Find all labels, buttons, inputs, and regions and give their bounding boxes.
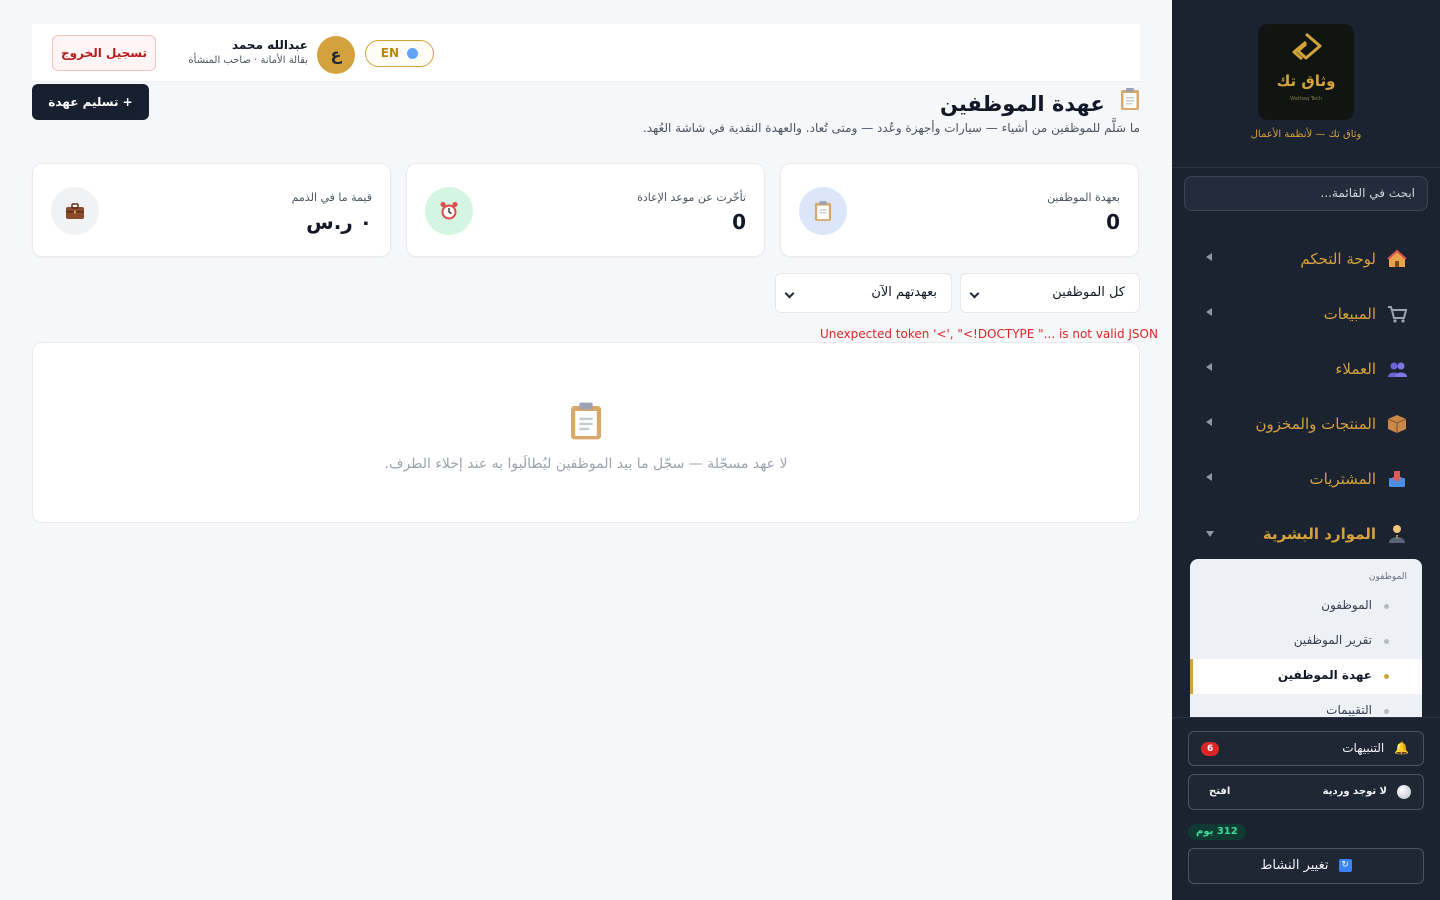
employee-filter-select[interactable]: كل الموظفين [960, 273, 1140, 313]
caret-left-icon [1206, 363, 1212, 371]
submenu-item-employee-custody[interactable]: عهدة الموظفين [1190, 659, 1422, 694]
notifications-label: التنبيهات [1342, 741, 1385, 755]
caret-left-icon [1206, 473, 1212, 481]
shift-status-label: لا توجد وردية [1322, 786, 1387, 797]
inbox-tray-icon [1386, 468, 1408, 490]
open-shift-link[interactable]: افتح [1209, 775, 1230, 809]
stat-card-in-custody: بعهدة الموظفين 0 [780, 163, 1139, 257]
bullet-dot-icon [1384, 709, 1389, 714]
box-icon [1386, 413, 1408, 435]
cart-icon [1386, 303, 1408, 325]
page-title: عهدة الموظفين [940, 87, 1140, 116]
globe-icon [407, 48, 419, 59]
stat-value: 0 [732, 210, 746, 234]
logout-button[interactable]: تسجيل الخروج [52, 35, 156, 71]
sidebar: وثاق تك Wathaq Tech وثاق تك — لأنظمة الأ… [1172, 0, 1440, 900]
caret-down-icon [1206, 531, 1214, 537]
sidebar-nav: لوحة التحكم المبيعات العملاء المنتجات وا… [1172, 231, 1440, 561]
briefcase-icon [51, 187, 99, 235]
notifications-button[interactable]: 🔔 التنبيهات 6 [1188, 731, 1424, 766]
language-toggle-button[interactable]: EN [365, 40, 434, 67]
status-filter-value: بعهدتهم الآن [871, 285, 937, 300]
users-icon [1386, 358, 1408, 380]
stat-label: بعهدة الموظفين [1047, 191, 1120, 204]
sidebar-item-label: لوحة التحكم [1300, 249, 1376, 268]
sidebar-item-label: الموارد البشرية [1262, 524, 1376, 543]
deliver-custody-button[interactable]: + تسليم عهدة [32, 84, 149, 120]
submenu-heading: الموظفون [1368, 572, 1407, 582]
language-label: EN [380, 46, 400, 60]
chevron-down-icon [969, 288, 980, 299]
error-message: Unexpected token '<', "<!DOCTYPE "... is… [820, 327, 1158, 341]
empty-state-text: لا عهد مسجّلة — سجّل ما بيد الموظفين ليُ… [384, 456, 788, 472]
brand-logo[interactable]: وثاق تك Wathaq Tech [1258, 24, 1354, 120]
caret-left-icon [1206, 308, 1212, 316]
switch-activity-label: تغيير النشاط [1260, 858, 1329, 873]
bullet-dot-icon [1384, 604, 1389, 609]
submenu-item-label: تقرير الموظفين [1293, 633, 1372, 647]
switch-activity-button[interactable]: ↻ تغيير النشاط [1188, 848, 1424, 884]
submenu-item-employees[interactable]: الموظفون [1190, 589, 1422, 624]
page-subtitle: ما سَلَّم للموظفين من أشياء — سيارات وأج… [642, 121, 1140, 135]
top-bar: EN ع عبدالله محمد بقالة الأمانة · صاحب ا… [32, 24, 1140, 82]
submenu-item-label: عهدة الموظفين [1277, 668, 1372, 682]
submenu-item-label: التقييمات [1326, 703, 1372, 717]
user-role: بقالة الأمانة · صاحب المنشأة [188, 55, 308, 66]
stat-value: ٠ ر.س [306, 210, 372, 234]
bell-icon: 🔔 [1394, 741, 1409, 755]
sidebar-item-label: المنتجات والمخزون [1255, 414, 1376, 433]
subscription-days-badge: 312 يوم [1188, 824, 1246, 840]
stat-label: قيمة ما في الذمم [291, 191, 372, 204]
logo-subtext: Wathaq Tech [1290, 96, 1322, 102]
submenu-item-evaluations[interactable]: التقييمات [1190, 694, 1422, 717]
submenu-item-employees-report[interactable]: تقرير الموظفين [1190, 624, 1422, 659]
caret-left-icon [1206, 253, 1212, 261]
clipboard-icon [799, 187, 847, 235]
house-icon [1386, 248, 1408, 270]
sidebar-item-dashboard[interactable]: لوحة التحكم [1172, 231, 1440, 286]
sidebar-item-label: المشتريات [1309, 469, 1376, 488]
stat-label: تأخّرت عن موعد الإعادة [637, 191, 746, 204]
alarm-clock-icon [425, 187, 473, 235]
sidebar-footer: 🔔 التنبيهات 6 لا توجد وردية افتح 312 يوم… [1172, 717, 1440, 900]
shift-status-button[interactable]: لا توجد وردية افتح [1188, 774, 1424, 810]
person-icon [1386, 523, 1408, 545]
status-filter-select[interactable]: بعهدتهم الآن [775, 273, 952, 313]
sidebar-item-purchases[interactable]: المشتريات [1172, 451, 1440, 506]
clipboard-icon [569, 401, 603, 445]
brand: وثاق تك Wathaq Tech وثاق تك — لأنظمة الأ… [1172, 0, 1440, 168]
shift-status-icon [1397, 785, 1411, 799]
employee-filter-value: كل الموظفين [1052, 285, 1125, 300]
logo-mark-icon [1292, 32, 1322, 61]
brand-tagline: وثاق تك — لأنظمة الأعمال [1250, 129, 1362, 140]
hr-submenu: الموظفون الموظفون تقرير الموظفين عهدة ال… [1190, 559, 1422, 717]
logo-text: وثاق تك [1276, 72, 1336, 90]
bullet-dot-icon [1384, 639, 1389, 644]
sidebar-item-products[interactable]: المنتجات والمخزون [1172, 396, 1440, 451]
stat-card-liabilities-value: قيمة ما في الذمم ٠ ر.س [32, 163, 391, 257]
notifications-count-badge: 6 [1201, 742, 1220, 756]
sidebar-search-input[interactable]: ابحث في القائمة... [1184, 176, 1428, 211]
sidebar-item-label: المبيعات [1323, 304, 1376, 323]
stat-value: 0 [1106, 210, 1120, 234]
refresh-icon: ↻ [1338, 859, 1352, 872]
custody-list-panel: لا عهد مسجّلة — سجّل ما بيد الموظفين ليُ… [32, 342, 1140, 523]
sidebar-item-customers[interactable]: العملاء [1172, 341, 1440, 396]
sidebar-item-sales[interactable]: المبيعات [1172, 286, 1440, 341]
page-title-text: عهدة الموظفين [939, 92, 1105, 116]
avatar[interactable]: ع [317, 36, 355, 74]
sidebar-item-hr[interactable]: الموارد البشرية [1172, 506, 1440, 561]
bullet-dot-icon [1384, 674, 1389, 679]
sidebar-item-label: العملاء [1335, 359, 1376, 378]
submenu-item-label: الموظفون [1321, 598, 1372, 612]
clipboard-icon [1120, 87, 1140, 116]
chevron-down-icon [784, 288, 795, 299]
caret-left-icon [1206, 418, 1212, 426]
user-name: عبدالله محمد [231, 38, 308, 52]
stat-card-overdue: تأخّرت عن موعد الإعادة 0 [406, 163, 765, 257]
